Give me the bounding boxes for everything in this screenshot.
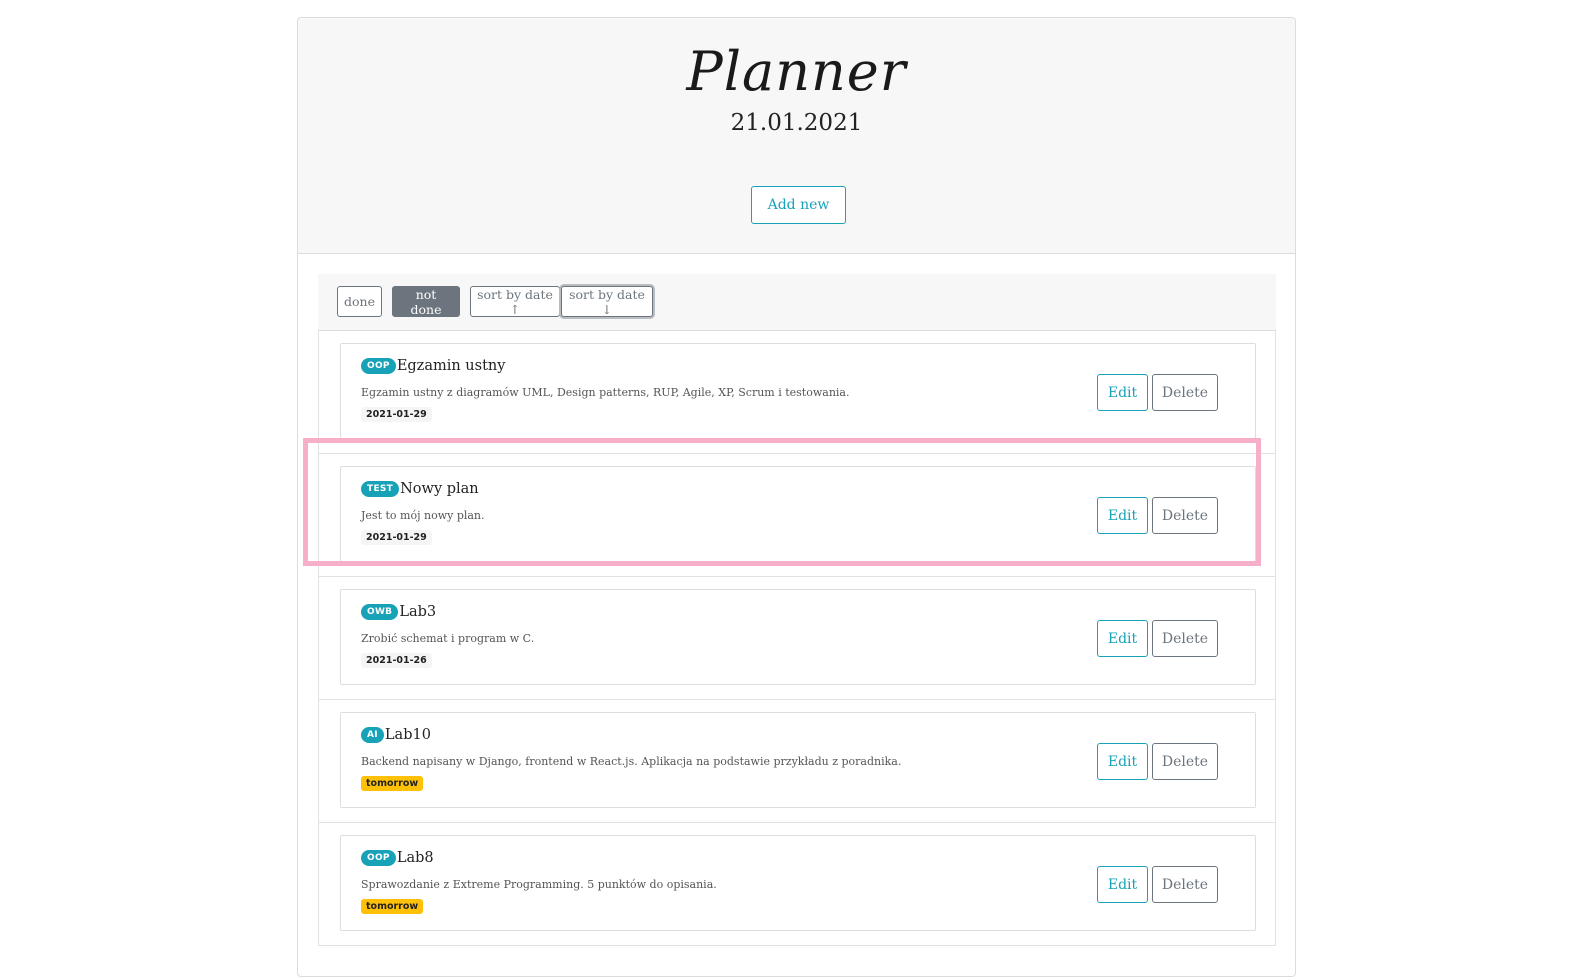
category-badge: OOP xyxy=(361,850,396,866)
plan-title: Egzamin ustny xyxy=(396,358,506,374)
plan-description: Zrobić schemat i program w C. xyxy=(361,632,535,645)
plan-row: AI Lab10 Backend napisany w Django, fron… xyxy=(319,700,1275,823)
category-badge: AI xyxy=(361,727,384,743)
date-badge: 2021-01-26 xyxy=(361,653,432,668)
plan-row: OOP Egzamin ustny Egzamin ustny z diagra… xyxy=(319,331,1275,454)
plan-list: OOP Egzamin ustny Egzamin ustny z diagra… xyxy=(318,331,1276,946)
delete-button[interactable]: Delete xyxy=(1152,620,1218,657)
plan-description: Egzamin ustny z diagramów UML, Design pa… xyxy=(361,386,850,399)
edit-button[interactable]: Edit xyxy=(1097,374,1148,411)
plan-item-header: OWB Lab3 xyxy=(361,604,436,620)
edit-button[interactable]: Edit xyxy=(1097,620,1148,657)
plan-description: Jest to mój nowy plan. xyxy=(361,509,485,522)
plan-item-header: OOP Egzamin ustny xyxy=(361,358,505,374)
sort-date-desc-button[interactable]: sort by date ↓ xyxy=(561,286,653,317)
current-date: 21.01.2021 xyxy=(730,110,863,136)
plan-item-header: AI Lab10 xyxy=(361,727,431,743)
category-badge: TEST xyxy=(361,481,400,497)
date-badge: 2021-01-29 xyxy=(361,407,432,422)
plan-title: Lab10 xyxy=(384,727,431,743)
plan-row: OOP Lab8 Sprawozdanie z Extreme Programm… xyxy=(319,823,1275,946)
filter-done-button[interactable]: done xyxy=(337,286,382,317)
plan-row: OWB Lab3 Zrobić schemat i program w C. 2… xyxy=(319,577,1275,700)
plan-title: Nowy plan xyxy=(400,481,479,497)
filter-bar: done not done sort by date ↑ sort by dat… xyxy=(318,274,1276,331)
add-new-button[interactable]: Add new xyxy=(751,186,846,224)
plan-item: TEST Nowy plan Jest to mój nowy plan. 20… xyxy=(340,466,1256,562)
date-badge: tomorrow xyxy=(361,776,424,791)
category-badge: OWB xyxy=(361,604,399,620)
plan-description: Backend napisany w Django, frontend w Re… xyxy=(361,755,902,768)
planner-header: Planner 21.01.2021 Add new xyxy=(298,18,1295,254)
plan-description: Sprawozdanie z Extreme Programming. 5 pu… xyxy=(361,878,717,891)
edit-button[interactable]: Edit xyxy=(1097,497,1148,534)
plan-item-header: TEST Nowy plan xyxy=(361,481,479,497)
filter-not-done-button[interactable]: not done xyxy=(392,286,460,317)
page-title: Planner xyxy=(686,40,907,103)
category-badge: OOP xyxy=(361,358,396,374)
date-badge: 2021-01-29 xyxy=(361,530,432,545)
plan-title: Lab3 xyxy=(399,604,437,620)
delete-button[interactable]: Delete xyxy=(1152,497,1218,534)
edit-button[interactable]: Edit xyxy=(1097,743,1148,780)
delete-button[interactable]: Delete xyxy=(1152,374,1218,411)
date-badge: tomorrow xyxy=(361,899,424,914)
delete-button[interactable]: Delete xyxy=(1152,743,1218,780)
plan-item: AI Lab10 Backend napisany w Django, fron… xyxy=(340,712,1256,808)
sort-date-asc-button[interactable]: sort by date ↑ xyxy=(470,286,560,317)
plan-item: OOP Lab8 Sprawozdanie z Extreme Programm… xyxy=(340,835,1256,931)
plan-row: TEST Nowy plan Jest to mój nowy plan. 20… xyxy=(319,454,1275,577)
plan-title: Lab8 xyxy=(396,850,434,866)
planner-card: Planner 21.01.2021 Add new done not done… xyxy=(297,17,1296,977)
plan-item: OOP Egzamin ustny Egzamin ustny z diagra… xyxy=(340,343,1256,439)
plans-section: done not done sort by date ↑ sort by dat… xyxy=(318,274,1276,946)
plan-item-header: OOP Lab8 xyxy=(361,850,434,866)
delete-button[interactable]: Delete xyxy=(1152,866,1218,903)
plan-item: OWB Lab3 Zrobić schemat i program w C. 2… xyxy=(340,589,1256,685)
edit-button[interactable]: Edit xyxy=(1097,866,1148,903)
